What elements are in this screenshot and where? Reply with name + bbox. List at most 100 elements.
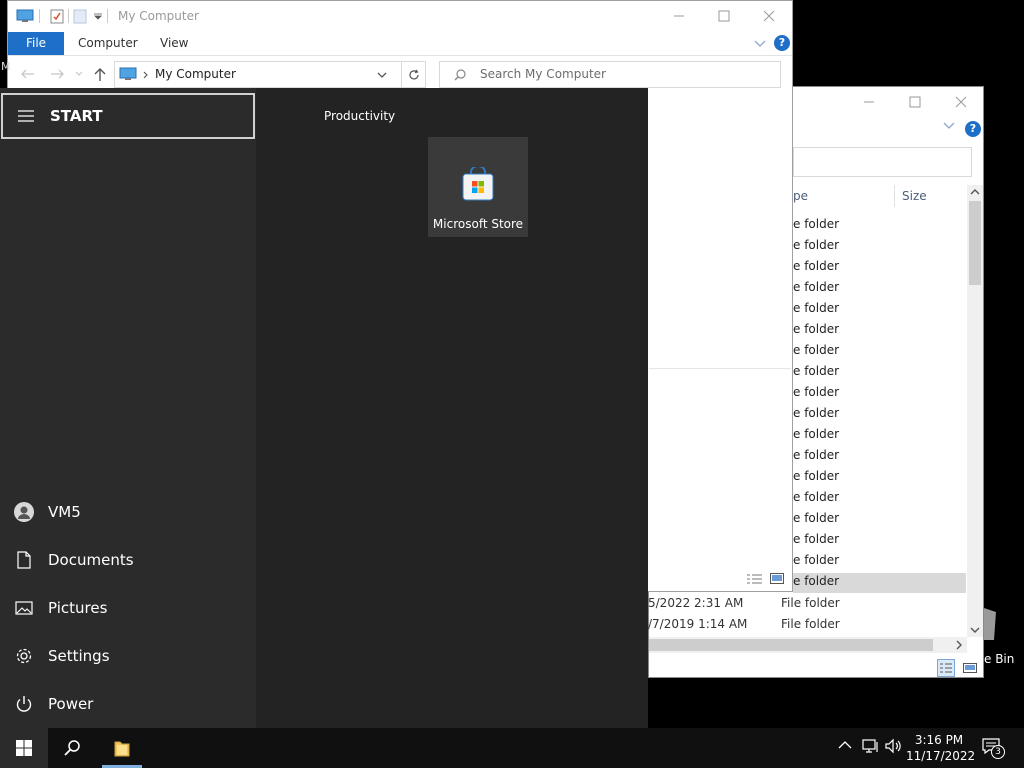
horizontal-scrollbar[interactable] [649, 637, 967, 653]
row-type[interactable]: e folder [793, 553, 839, 567]
row-date: /7/2019 1:14 AM [648, 617, 748, 631]
row-type[interactable]: e folder [793, 427, 839, 441]
show-hidden-icons-button[interactable] [838, 740, 852, 750]
row-type[interactable]: e folder [793, 469, 839, 483]
windows-logo-icon [16, 740, 32, 756]
clock-date: 11/17/2022 [906, 749, 976, 763]
large-icons-view-button[interactable] [770, 573, 784, 585]
recent-locations-icon[interactable] [75, 71, 83, 77]
properties-icon[interactable] [50, 8, 64, 24]
chevron-down-icon [943, 122, 955, 129]
chevron-up-icon [838, 741, 852, 749]
close-button[interactable] [746, 1, 792, 31]
window-title: My Computer [118, 9, 199, 23]
refresh-icon [408, 69, 419, 79]
row-type[interactable]: e folder [793, 322, 839, 336]
row-type[interactable]: e folder [793, 574, 839, 588]
address-text[interactable]: My Computer [155, 67, 236, 81]
recycle-bin-label: e Bin [984, 652, 1015, 666]
maximize-icon [718, 10, 730, 22]
row-type[interactable]: e folder [793, 385, 839, 399]
vertical-scrollbar[interactable] [967, 185, 983, 637]
row-type[interactable]: e folder [793, 532, 839, 546]
address-dropdown-icon[interactable] [377, 72, 387, 79]
details-view-button[interactable] [937, 659, 955, 677]
address-bar[interactable]: My Computer [114, 61, 402, 88]
search-box-back[interactable] [793, 147, 972, 177]
search-taskbar-button[interactable] [48, 728, 96, 768]
hamburger-icon [18, 110, 34, 122]
forward-arrow-icon[interactable] [50, 69, 64, 79]
ribbon-expand-button[interactable] [754, 39, 766, 49]
maximize-button[interactable] [892, 87, 938, 117]
row-type[interactable]: e folder [793, 448, 839, 462]
large-icons-view-icon [770, 573, 784, 584]
close-icon [955, 96, 967, 108]
row-type[interactable]: e folder [793, 511, 839, 525]
row-type: File folder [781, 596, 840, 610]
tab-view[interactable]: View [160, 32, 188, 55]
close-button[interactable] [938, 87, 984, 117]
details-view-button[interactable] [746, 573, 764, 585]
refresh-button[interactable] [402, 61, 426, 88]
start-item-label: Settings [48, 647, 110, 665]
help-button[interactable]: ? [965, 121, 981, 137]
start-item-documents[interactable]: Documents [0, 536, 256, 584]
taskbar: 3:16 PM 11/17/2022 3 [0, 728, 1024, 768]
clock[interactable]: 3:16 PM 11/17/2022 [906, 730, 976, 766]
column-header-type[interactable]: pe [793, 189, 808, 203]
minimize-button[interactable] [656, 1, 702, 31]
up-arrow-icon[interactable] [94, 68, 106, 82]
row-type[interactable]: e folder [793, 343, 839, 357]
column-header-size[interactable]: Size [902, 189, 927, 203]
hscroll-thumb[interactable] [649, 639, 933, 651]
start-header-label: START [50, 107, 103, 125]
start-item-power[interactable]: Power [0, 680, 256, 728]
start-item-settings[interactable]: Settings [0, 632, 256, 680]
ribbon-expand-button[interactable] [943, 121, 955, 131]
divider [39, 9, 40, 23]
minimize-button[interactable] [846, 87, 892, 117]
start-item-user[interactable]: VM5 [0, 488, 256, 536]
action-center-button[interactable]: 3 [982, 738, 1005, 759]
file-explorer-taskbar-button[interactable] [100, 728, 144, 768]
clock-time: 3:16 PM [914, 733, 964, 747]
maximize-icon [909, 96, 921, 108]
scroll-right-icon[interactable] [953, 639, 965, 651]
start-item-label: Documents [48, 551, 134, 569]
maximize-button[interactable] [701, 1, 747, 31]
row-type[interactable]: e folder [793, 280, 839, 294]
start-button[interactable] [0, 728, 48, 768]
row-type[interactable]: e folder [793, 364, 839, 378]
back-arrow-icon[interactable] [21, 69, 35, 79]
recycle-bin-desktop-icon[interactable]: e Bin [984, 606, 1024, 670]
row-type[interactable]: e folder [793, 406, 839, 420]
file-row[interactable]: 5/2022 2:31 AM File folder [648, 595, 964, 615]
tab-computer[interactable]: Computer [78, 32, 138, 55]
row-type[interactable]: e folder [793, 259, 839, 273]
network-button[interactable] [862, 738, 880, 754]
start-item-label: Power [48, 695, 94, 713]
help-button[interactable]: ? [774, 35, 790, 51]
row-type[interactable]: e folder [793, 301, 839, 315]
volume-button[interactable] [885, 738, 903, 754]
new-folder-icon[interactable] [73, 8, 87, 24]
start-item-pictures[interactable]: Pictures [0, 584, 256, 632]
tile-microsoft-store[interactable]: Microsoft Store [428, 137, 528, 237]
row-type[interactable]: e folder [793, 217, 839, 231]
start-menu-header-button[interactable]: START [1, 93, 255, 139]
file-row[interactable]: /7/2019 1:14 AM File folder [648, 616, 964, 636]
scroll-up-icon[interactable] [967, 185, 983, 199]
breadcrumb-chevron-icon[interactable] [143, 71, 149, 79]
large-icons-view-button[interactable] [961, 659, 979, 677]
computer-icon [119, 67, 137, 80]
tab-file[interactable]: File [8, 32, 64, 55]
scroll-down-icon[interactable] [967, 623, 983, 637]
search-box[interactable]: Search My Computer [439, 61, 781, 88]
row-type[interactable]: e folder [793, 490, 839, 504]
title-bar[interactable]: My Computer [8, 1, 792, 31]
row-type[interactable]: e folder [793, 238, 839, 252]
scrollbar-thumb[interactable] [969, 201, 981, 285]
quick-access-dropdown-icon[interactable] [94, 12, 102, 20]
pictures-icon [15, 601, 33, 615]
